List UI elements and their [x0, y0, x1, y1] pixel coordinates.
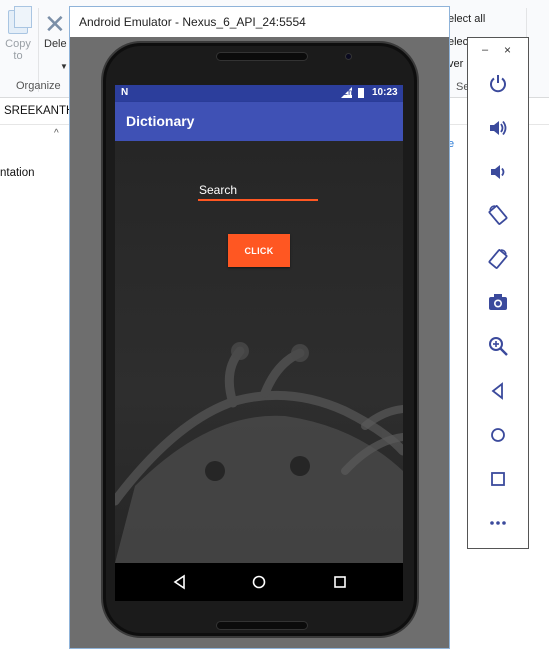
- desktop: Copy to ✕ Dele ▼ Organize elect all elec…: [0, 0, 549, 665]
- delete-icon: ✕: [44, 9, 66, 39]
- copy-to-button[interactable]: Copy to: [0, 6, 36, 72]
- network-type: LTE: [344, 91, 355, 97]
- power-button[interactable]: [484, 70, 512, 98]
- volume-down-button[interactable]: [484, 158, 512, 186]
- power-icon: [490, 75, 506, 93]
- search-input[interactable]: [198, 179, 318, 201]
- home-button[interactable]: [484, 421, 512, 449]
- phone-screen: N LTE 10:23 Dictionary Search CLICK: [115, 85, 403, 601]
- status-bar: N LTE 10:23: [115, 85, 403, 102]
- minimize-button[interactable]: –: [482, 44, 488, 56]
- back-icon[interactable]: [170, 572, 190, 592]
- notification-icon: N: [121, 87, 129, 98]
- home-icon: [491, 428, 505, 442]
- camera-icon: [489, 294, 507, 310]
- rotate-left-icon: [488, 205, 508, 225]
- back-button[interactable]: [484, 377, 512, 405]
- home-icon[interactable]: [249, 572, 269, 592]
- copy-label: Copy: [5, 38, 31, 50]
- emulator-titlebar[interactable]: Android Emulator - Nexus_6_API_24:5554: [70, 7, 449, 37]
- nav-pane-item[interactable]: ntation: [0, 167, 35, 179]
- overview-icon: [491, 472, 505, 486]
- click-button[interactable]: CLICK: [228, 234, 290, 267]
- chevron-up-icon[interactable]: ^: [54, 128, 59, 139]
- delete-button[interactable]: ✕ Dele ▼: [44, 10, 72, 72]
- front-camera: [345, 53, 352, 60]
- phone-frame: N LTE 10:23 Dictionary Search CLICK: [101, 41, 419, 638]
- more-icon: [490, 521, 506, 525]
- copy-to-label: to: [13, 50, 23, 62]
- delete-label: Dele: [44, 38, 67, 50]
- overview-button[interactable]: [484, 465, 512, 493]
- app-bar: Dictionary: [115, 102, 403, 141]
- emulator-title: Android Emulator - Nexus_6_API_24:5554: [79, 15, 306, 29]
- status-time: 10:23: [372, 87, 398, 98]
- volume-down-icon: [491, 165, 505, 179]
- emulator-body: N LTE 10:23 Dictionary Search CLICK: [70, 37, 449, 648]
- rotate-right-button[interactable]: [484, 245, 512, 273]
- rotate-right-icon: [488, 249, 508, 269]
- address-text: SREEKANTH: [4, 105, 75, 117]
- chevron-down-icon: ▼: [60, 62, 68, 71]
- app-content: CLICK: [115, 141, 403, 563]
- battery-icon: [358, 88, 364, 98]
- top-speaker: [216, 52, 308, 61]
- overview-icon[interactable]: [330, 572, 350, 592]
- close-button[interactable]: ×: [504, 43, 511, 57]
- copy-icon: [8, 6, 32, 34]
- bottom-speaker: [216, 621, 308, 630]
- emulator-toolbar: – ×: [467, 37, 529, 549]
- rotate-left-button[interactable]: [484, 201, 512, 229]
- invert-selection-button[interactable]: ver: [448, 58, 463, 70]
- more-button[interactable]: [484, 509, 512, 537]
- volume-up-icon: [490, 120, 507, 136]
- android-mascot-background: [115, 342, 403, 563]
- select-all-button[interactable]: elect all: [448, 13, 485, 25]
- app-title: Dictionary: [126, 113, 195, 129]
- screenshot-button[interactable]: [484, 288, 512, 316]
- volume-up-button[interactable]: [484, 114, 512, 142]
- zoom-icon: [489, 337, 508, 356]
- emulator-window: Android Emulator - Nexus_6_API_24:5554 N…: [69, 6, 450, 649]
- android-nav-bar: [115, 563, 403, 601]
- organize-group-label: Organize: [16, 80, 61, 92]
- zoom-button[interactable]: [484, 332, 512, 360]
- back-icon: [491, 382, 503, 400]
